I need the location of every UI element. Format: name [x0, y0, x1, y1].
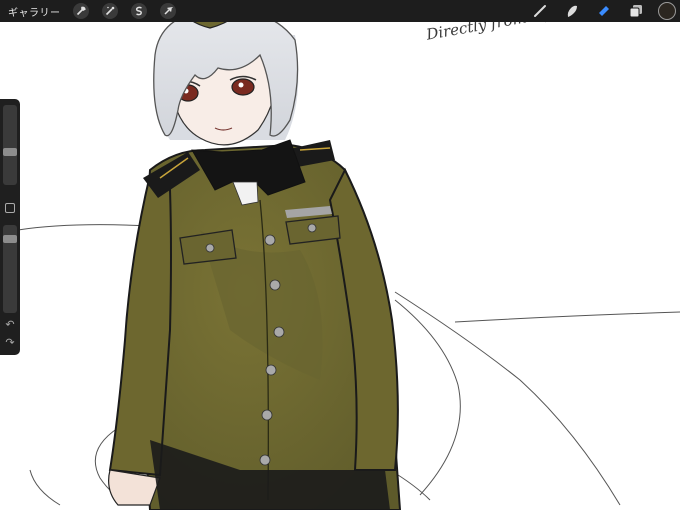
- adjustments-button[interactable]: [100, 1, 120, 21]
- brush-size-thumb[interactable]: [3, 148, 17, 157]
- opacity-thumb[interactable]: [3, 234, 17, 243]
- smudge-icon: [567, 5, 577, 17]
- selection-s-icon: [130, 3, 147, 19]
- right-tools: [518, 0, 676, 22]
- wrench-icon: [72, 3, 89, 19]
- arrow-cursor-icon: [159, 3, 176, 19]
- character-illustration: [108, 0, 402, 510]
- smudge-tool[interactable]: [562, 1, 582, 21]
- layers-icon: [629, 5, 642, 18]
- eraser-tool[interactable]: [594, 1, 614, 21]
- opacity-slider[interactable]: [3, 225, 17, 313]
- magic-wand-icon: [101, 3, 118, 19]
- modify-button[interactable]: [5, 203, 15, 213]
- brush-icon: [534, 5, 546, 17]
- brush-size-slider[interactable]: [3, 105, 17, 185]
- layers-tool[interactable]: [626, 1, 646, 21]
- undo-icon[interactable]: ↶: [3, 319, 17, 331]
- actions-button[interactable]: [71, 1, 91, 21]
- redo-icon[interactable]: ↷: [3, 337, 17, 349]
- color-picker[interactable]: [658, 2, 676, 20]
- drawing-canvas[interactable]: [0, 0, 680, 510]
- selection-button[interactable]: [129, 1, 149, 21]
- top-toolbar: ギャラリー: [0, 0, 680, 22]
- brush-tool[interactable]: [530, 1, 550, 21]
- transform-button[interactable]: [158, 1, 178, 21]
- left-sidebar: ↶ ↷: [0, 99, 20, 355]
- gallery-button[interactable]: ギャラリー: [8, 4, 61, 19]
- eraser-icon: [599, 6, 609, 16]
